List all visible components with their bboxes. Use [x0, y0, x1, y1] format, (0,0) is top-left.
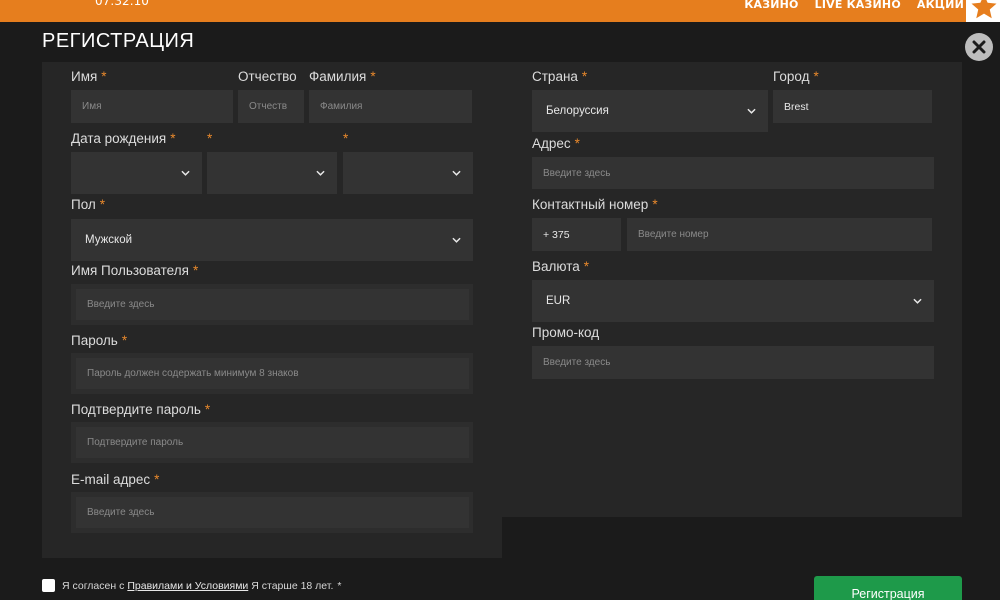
birth-month-select[interactable] — [207, 152, 337, 194]
patronymic-label: Отчество — [238, 69, 297, 84]
agreement-checkbox[interactable] — [42, 579, 55, 592]
chevron-down-icon — [452, 170, 461, 176]
confirm-password-label: Подтвердите пароль * — [71, 402, 211, 417]
first-name-input[interactable]: Имя — [71, 90, 233, 123]
chevron-down-icon — [913, 298, 922, 304]
star-icon — [971, 0, 997, 19]
close-icon — [972, 40, 986, 54]
username-input[interactable]: Введите здесь — [76, 289, 469, 320]
city-label: Город * — [773, 69, 819, 84]
nav-casino[interactable]: КАЗИНО — [744, 0, 798, 11]
top-nav: КАЗИНО LIVE КАЗИНО АКЦИИ — [744, 0, 964, 11]
password-label: Пароль * — [71, 333, 128, 348]
birth-month-required: * — [207, 131, 213, 146]
nav-promotions[interactable]: АКЦИИ — [917, 0, 964, 11]
last-name-input[interactable]: Фамилия — [309, 90, 472, 123]
country-select[interactable]: Белоруссия — [532, 90, 768, 132]
last-name-label: Фамилия * — [309, 69, 376, 84]
chevron-down-icon — [452, 237, 461, 243]
agreement-row: Я согласен с Правилами и Условиями Я ста… — [42, 579, 341, 592]
patronymic-input[interactable]: Отчеств — [238, 90, 304, 123]
agreement-prefix: Я согласен с — [62, 579, 125, 592]
gender-select[interactable]: Мужской — [71, 219, 473, 261]
birth-year-required: * — [343, 131, 349, 146]
gender-label: Пол * — [71, 197, 106, 212]
birth-year-select[interactable] — [343, 152, 473, 194]
chevron-down-icon — [747, 108, 756, 114]
nav-live-casino[interactable]: LIVE КАЗИНО — [815, 0, 901, 11]
promo-input[interactable]: Введите здесь — [532, 346, 934, 379]
terms-link[interactable]: Правилами и Условиями — [127, 580, 248, 592]
address-label: Адрес * — [532, 136, 580, 151]
phone-number-input[interactable]: Введите номер — [627, 218, 932, 251]
birth-day-select[interactable] — [71, 152, 202, 194]
chevron-down-icon — [181, 170, 190, 176]
email-input[interactable]: Введите здесь — [76, 497, 469, 528]
username-label: Имя Пользователя * — [71, 263, 199, 278]
country-label: Страна * — [532, 69, 588, 84]
close-button[interactable] — [965, 33, 993, 61]
page-title: РЕГИСТРАЦИЯ — [42, 30, 195, 52]
agreement-required: * — [337, 579, 342, 592]
birth-date-label: Дата рождения * — [71, 131, 176, 146]
phone-label: Контактный номер * — [532, 197, 658, 212]
promo-label: Промо-код — [532, 325, 600, 340]
agreement-suffix: Я старше 18 лет. — [251, 579, 334, 592]
currency-label: Валюта * — [532, 259, 590, 274]
favorites-button[interactable] — [966, 0, 1000, 22]
city-input[interactable]: Brest — [773, 90, 932, 123]
top-bar: 07:32:10 КАЗИНО LIVE КАЗИНО АКЦИИ — [0, 0, 1000, 22]
phone-code-input[interactable]: + 375 — [532, 218, 621, 251]
currency-select[interactable]: EUR — [532, 280, 934, 322]
clock: 07:32:10 — [95, 0, 149, 8]
email-label: E-mail адрес * — [71, 472, 160, 487]
password-input[interactable]: Пароль должен содержать минимум 8 знаков — [76, 358, 469, 389]
chevron-down-icon — [316, 170, 325, 176]
first-name-label: Имя * — [71, 69, 107, 84]
register-button[interactable]: Регистрация — [814, 576, 962, 600]
confirm-password-input[interactable]: Подтвердите пароль — [76, 427, 469, 458]
address-input[interactable]: Введите здесь — [532, 157, 934, 189]
